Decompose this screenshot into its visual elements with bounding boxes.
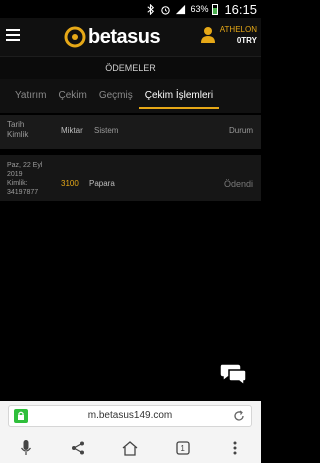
tab-count: 1 <box>180 444 185 453</box>
status-bar: 63% 16:15 <box>0 0 261 18</box>
logo-mark-icon <box>64 26 86 48</box>
browser-bar: m.betasus149.com 1 <box>0 401 261 463</box>
mic-button[interactable] <box>15 437 37 459</box>
logo[interactable]: betasus <box>64 25 161 49</box>
clock: 16:15 <box>224 1 257 17</box>
signal-icon <box>176 4 186 14</box>
column-header-amount: Miktar <box>61 126 83 135</box>
home-icon <box>123 440 138 456</box>
url-text: m.betasus149.com <box>87 410 173 421</box>
microphone-icon <box>21 440 32 455</box>
browser-nav: 1 <box>0 435 261 461</box>
row-system: Papara <box>89 179 115 188</box>
app-header: betasus ATHELON 0TRY <box>0 18 261 57</box>
tab-history[interactable]: Geçmiş <box>93 79 139 113</box>
user-account[interactable]: ATHELON 0TRY <box>200 24 257 46</box>
share-icon <box>72 441 85 455</box>
logo-text: betasus <box>88 25 161 48</box>
hamburger-menu-button[interactable] <box>6 29 20 41</box>
more-menu-button[interactable] <box>224 437 246 459</box>
payment-tabs: Yatırım Çekim Geçmiş Çekim İşlemleri <box>0 79 261 113</box>
column-header-status: Durum <box>228 126 253 135</box>
home-button[interactable] <box>119 437 141 459</box>
column-header-date: Tarih Kimlik <box>7 120 29 139</box>
row-status: Ödendi <box>223 179 253 189</box>
balance: 0TRY <box>236 36 257 45</box>
share-button[interactable] <box>67 437 89 459</box>
column-header-system: Sistem <box>94 126 119 135</box>
more-vertical-icon <box>233 441 237 455</box>
tab-withdraw[interactable]: Çekim <box>52 79 92 113</box>
username: ATHELON <box>219 25 257 34</box>
tab-withdraw-transactions[interactable]: Çekim İşlemleri <box>138 79 220 113</box>
page-title: ÖDEMELER <box>0 57 261 79</box>
bluetooth-icon <box>147 3 155 15</box>
reload-icon[interactable] <box>233 410 245 422</box>
table-row: Paz, 22 Eyl 2019 Kimlik: 34197877 3100 P… <box>0 155 261 201</box>
user-icon <box>200 27 215 43</box>
row-date-id: Paz, 22 Eyl 2019 Kimlik: 34197877 <box>7 162 43 196</box>
tab-deposit[interactable]: Yatırım <box>9 79 52 113</box>
battery-icon <box>212 3 219 15</box>
address-bar[interactable]: m.betasus149.com <box>8 405 252 427</box>
tabs-button[interactable]: 1 <box>172 437 194 459</box>
alarm-icon <box>161 5 171 15</box>
battery-percent: 63% <box>190 4 209 14</box>
live-chat-icon[interactable] <box>218 360 248 388</box>
table-header: Tarih Kimlik Miktar Sistem Durum <box>0 115 261 149</box>
row-amount: 3100 <box>61 179 79 188</box>
